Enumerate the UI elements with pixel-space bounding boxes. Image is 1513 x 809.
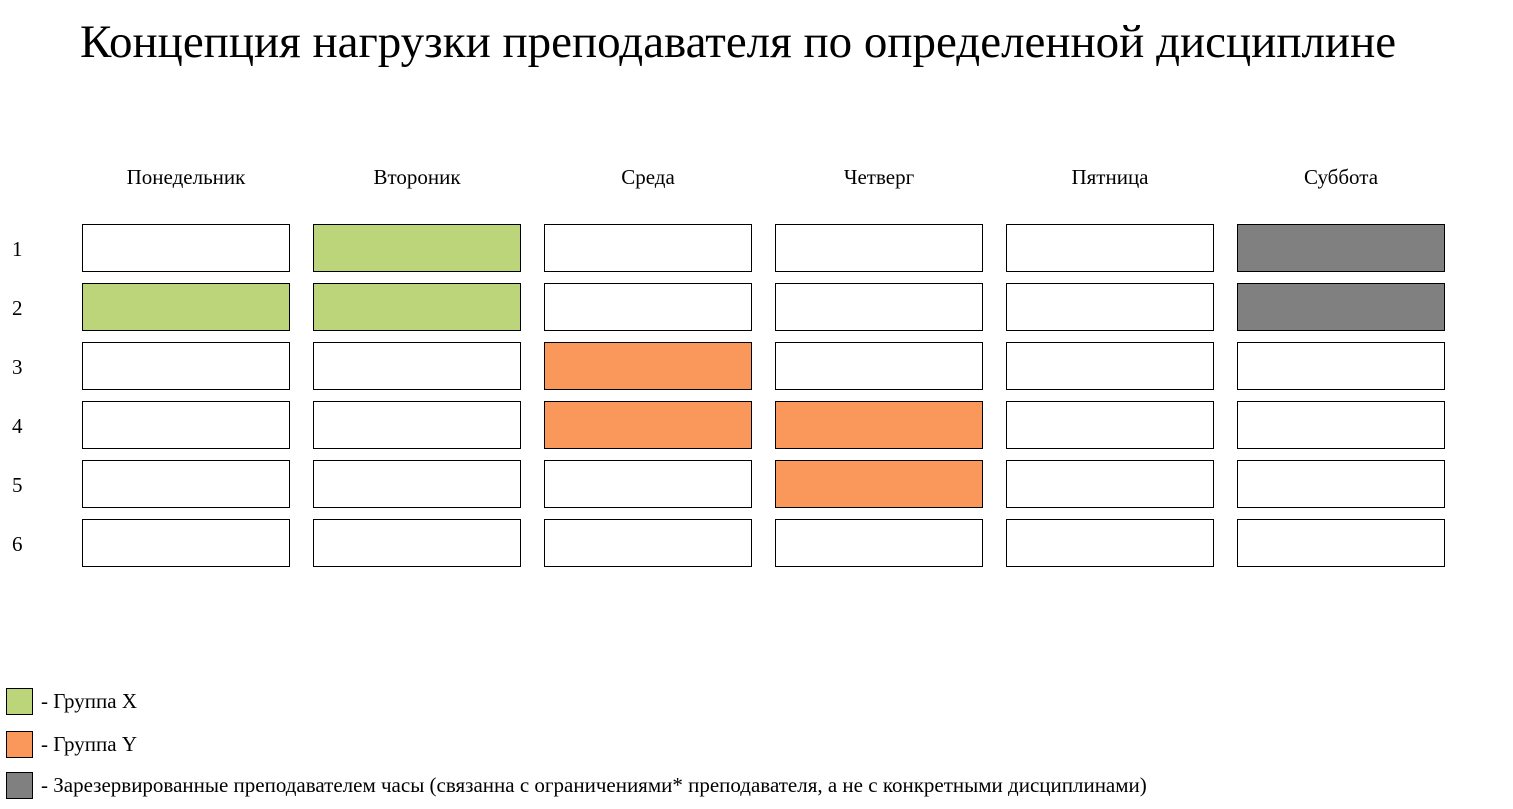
day-header-friday: Пятница [1071,165,1149,189]
row-number-1: 1 [12,237,23,261]
schedule-cell-r6-c5-empty [1006,519,1214,567]
legend-item-group-x: - Группа Х [6,687,137,715]
schedule-cell-r1-c4-empty [775,224,983,272]
legend-label-reserved: - Зарезервированные преподавателем часы … [41,773,1147,797]
schedule-cell-r6-c4-empty [775,519,983,567]
row-number-5: 5 [12,473,23,497]
legend-label-group-y: - Группа Y [41,732,137,756]
legend-swatch-group-x [6,687,33,715]
schedule-cell-r4-c4-group-y [775,401,983,449]
legend-swatch-group-y [6,730,33,758]
schedule-cell-r3-c2-empty [313,342,521,390]
row-number-6: 6 [12,532,23,556]
page-title: Концепция нагрузки преподавателя по опре… [80,16,1397,68]
schedule-cell-r4-c1-empty [82,401,290,449]
schedule-cell-r6-c3-empty [544,519,752,567]
schedule-cell-r6-c2-empty [313,519,521,567]
schedule-cell-r5-c2-empty [313,460,521,508]
schedule-cell-r2-c3-empty [544,283,752,331]
row-number-4: 4 [12,414,23,438]
schedule-cell-r6-c1-empty [82,519,290,567]
schedule-cell-r3-c1-empty [82,342,290,390]
row-number-3: 3 [12,355,23,379]
row-number-2: 2 [12,296,23,320]
day-header-saturday: Суббота [1303,165,1379,189]
schedule-cell-r5-c5-empty [1006,460,1214,508]
schedule-cell-r3-c6-empty [1237,342,1445,390]
schedule-cell-r1-c3-empty [544,224,752,272]
schedule-cell-r2-c2-group-x [313,283,521,331]
schedule-cell-r4-c3-group-y [544,401,752,449]
schedule-cell-r3-c5-empty [1006,342,1214,390]
schedule-cell-r5-c3-empty [544,460,752,508]
schedule-cell-r4-c2-empty [313,401,521,449]
schedule-cell-r2-c1-group-x [82,283,290,331]
schedule-cell-r3-c4-empty [775,342,983,390]
day-header-tuesday: Вторoник [373,165,461,189]
schedule-cell-r1-c1-empty [82,224,290,272]
schedule-cell-r1-c2-group-x [313,224,521,272]
schedule-cell-r2-c5-empty [1006,283,1214,331]
schedule-cell-r1-c5-empty [1006,224,1214,272]
day-header-monday: Понедельник [126,165,246,189]
day-header-wednesday: Среда [621,165,675,189]
schedule-cell-r4-c6-empty [1237,401,1445,449]
schedule-cell-r5-c1-empty [82,460,290,508]
schedule-cell-r4-c5-empty [1006,401,1214,449]
schedule-cell-r5-c4-group-y [775,460,983,508]
schedule-cell-r5-c6-empty [1237,460,1445,508]
day-header-thursday: Четверг [843,165,915,189]
legend-swatch-reserved [6,771,33,799]
schedule-cell-r2-c4-empty [775,283,983,331]
legend-label-group-x: - Группа Х [41,689,137,713]
schedule-cell-r3-c3-group-y [544,342,752,390]
schedule-cell-r1-c6-reserved [1237,224,1445,272]
schedule-cell-r6-c6-empty [1237,519,1445,567]
legend-item-reserved: - Зарезервированные преподавателем часы … [6,771,1147,799]
schedule-cell-r2-c6-reserved [1237,283,1445,331]
legend-item-group-y: - Группа Y [6,730,137,758]
